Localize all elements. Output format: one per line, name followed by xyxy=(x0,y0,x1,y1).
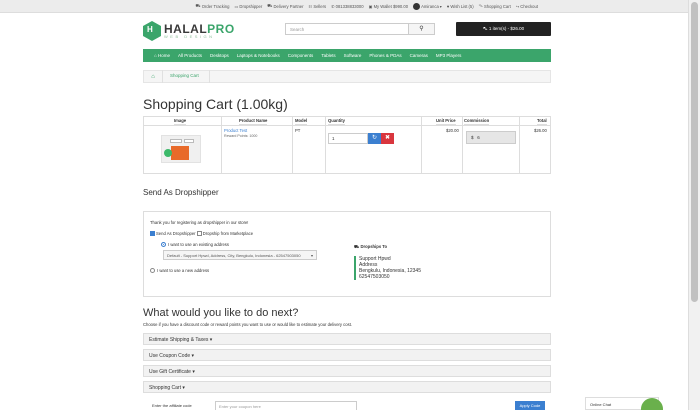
next-subtitle: Choose if you have a discount code or re… xyxy=(143,322,353,327)
logo-icon: H xyxy=(143,21,161,41)
close-icon: ✖ xyxy=(384,135,391,141)
nav-item-cameras[interactable]: Cameras xyxy=(410,53,428,58)
update-quantity-button[interactable]: ↻ xyxy=(368,133,381,144)
share-icon: ↪ xyxy=(515,3,520,9)
ship-to-heading: Dropships To xyxy=(360,244,388,249)
quantity-input[interactable]: 1 xyxy=(328,133,368,144)
commission-field: $ 6 xyxy=(466,131,516,144)
new-address-radio[interactable] xyxy=(150,268,155,274)
wallet-link[interactable]: ▣ My Wallet $990.00 xyxy=(369,4,409,9)
nav-item-mp3[interactable]: MP3 Players xyxy=(436,53,462,58)
header-model: Model xyxy=(295,118,308,125)
checkout-link[interactable]: ↪ Checkout xyxy=(516,4,538,9)
users-icon: ☷ xyxy=(308,3,313,9)
panel-shopping-cart[interactable]: Shopping Cart ▾ xyxy=(143,381,551,393)
phone-link[interactable]: ✆ 081338833000 xyxy=(331,4,363,9)
search-input[interactable]: Search xyxy=(285,23,409,35)
order-tracking-link[interactable]: ⛟ Order Tracking xyxy=(195,3,229,9)
header-total: Total xyxy=(537,118,547,125)
product-name-link[interactable]: Product Test xyxy=(224,128,247,133)
unit-price: $20.00 xyxy=(446,128,459,133)
nav-item-software[interactable]: Software xyxy=(344,53,362,58)
caret-down-icon: ▾ xyxy=(310,253,313,258)
header-commission: Commission xyxy=(464,118,490,125)
page-title: Shopping Cart (1.00kg) xyxy=(143,96,288,112)
heart-icon: ♥ xyxy=(446,3,450,9)
address-select[interactable]: Default - Support Hpwd, Address, City, B… xyxy=(163,250,317,260)
coupon-input[interactable]: Enter your coupon here xyxy=(215,401,357,410)
header-product-name: Product Name xyxy=(239,118,268,125)
panel-gift-certificate[interactable]: Use Gift Certificate ▾ xyxy=(143,365,551,377)
product-model: PT xyxy=(295,128,301,133)
delivery-partner-link[interactable]: ⛟ Delivery Partner xyxy=(267,3,303,9)
truck-icon: ⛟ xyxy=(267,3,273,8)
nav-item-phones[interactable]: Phones & PDAs xyxy=(369,53,401,58)
dropship-panel: Thank you for registering as dropshipper… xyxy=(143,211,551,297)
main-nav: ⌂ Home All Products Desktops Laptops & N… xyxy=(143,49,551,62)
phone-icon: ✆ xyxy=(331,3,335,9)
send-as-dropshipper-checkbox[interactable] xyxy=(150,231,155,237)
cart-table: Image Product Name Model Quantity Unit P… xyxy=(143,116,551,174)
home-icon[interactable]: ⌂ xyxy=(144,74,162,80)
new-address-label: I want to use a new address xyxy=(157,268,210,273)
refresh-icon: ↻ xyxy=(371,135,378,141)
shopping-cart-link[interactable]: ⛍ Shopping Cart xyxy=(479,3,511,9)
affiliate-row: Enter the affiliate code Enter your coup… xyxy=(143,399,551,410)
scrollbar-thumb[interactable] xyxy=(691,2,698,302)
top-bar: ⛟ Order Tracking ▭ Dropshipper ⛟ Delivery P… xyxy=(0,0,688,13)
sellers-link[interactable]: ☷ Sellers xyxy=(309,4,327,9)
panel-estimate-shipping[interactable]: Estimate Shipping & Taxes ▾ xyxy=(143,333,551,345)
nav-item-desktops[interactable]: Desktops xyxy=(210,53,229,58)
cart-icon: ⛍ xyxy=(478,3,483,8)
wishlist-link[interactable]: ♥ Wish List (5) xyxy=(447,4,474,9)
reward-points: Reward Points: 1000 xyxy=(224,134,258,138)
caret-down-icon: ▾ xyxy=(439,3,442,9)
apply-code-button[interactable]: Apply Code xyxy=(515,401,545,410)
logo[interactable]: H HALALPRO WEB DESIGN xyxy=(143,21,235,41)
account-menu[interactable]: Amiranca ▾ xyxy=(413,2,442,10)
breadcrumb: ⌂ Shopping Cart xyxy=(143,70,551,83)
nav-item-all-products[interactable]: All Products xyxy=(178,53,202,58)
header-image: Image xyxy=(174,118,187,125)
dropship-thanks: Thank you for registering as dropshipper… xyxy=(150,220,249,225)
nav-item-components[interactable]: Components xyxy=(288,53,314,58)
send-as-dropshipper-label: Send As Dropshipper xyxy=(156,231,196,236)
remove-item-button[interactable]: ✖ xyxy=(381,133,394,144)
cart-button[interactable]: ⛍ 1 item(s) - $26.00 xyxy=(456,22,551,36)
dropshipper-link[interactable]: ▭ Dropshipper xyxy=(234,4,262,9)
scrollbar[interactable] xyxy=(688,0,700,410)
breadcrumb-current[interactable]: Shopping Cart xyxy=(170,70,210,83)
dropship-title: Send As Dropshipper xyxy=(143,188,219,197)
existing-address-label: I want to use an existing address xyxy=(168,242,229,247)
dropship-marketplace-checkbox[interactable] xyxy=(196,231,202,237)
search-button[interactable]: ⚲ xyxy=(409,23,435,35)
chat-bubble-icon[interactable] xyxy=(641,398,663,410)
truck-icon: ⛟ xyxy=(195,3,201,8)
header-quantity: Quantity xyxy=(328,118,345,125)
existing-address-radio[interactable] xyxy=(161,242,166,248)
avatar xyxy=(413,2,421,10)
nav-item-tablets[interactable]: Tablets xyxy=(321,53,335,58)
wallet-icon: ▣ xyxy=(368,3,373,9)
row-total: $26.00 xyxy=(534,128,547,133)
search-icon: ⚲ xyxy=(419,26,424,32)
header-unit-price: Unit Price xyxy=(436,118,456,125)
panel-coupon-code[interactable]: Use Coupon Code ▾ xyxy=(143,349,551,361)
dropship-marketplace-label: Dropship from Marketplace xyxy=(202,231,254,236)
affiliate-label: Enter the affiliate code xyxy=(152,403,192,408)
ship-to-address: Support Hpwd Address Bengkulu, Indonesia… xyxy=(354,256,421,280)
nav-item-laptops[interactable]: Laptops & Notebooks xyxy=(237,53,280,58)
product-thumbnail[interactable] xyxy=(161,135,201,163)
next-title: What would you like to do next? xyxy=(143,307,299,319)
nav-item-home[interactable]: ⌂ Home xyxy=(154,53,170,58)
box-icon: ▭ xyxy=(234,3,239,9)
header: H HALALPRO WEB DESIGN Search ⚲ ⛍ 1 item(… xyxy=(143,21,553,43)
page: ⛟ Order Tracking ▭ Dropshipper ⛟ Delivery P… xyxy=(0,0,688,410)
whatsapp-icon xyxy=(164,149,172,157)
